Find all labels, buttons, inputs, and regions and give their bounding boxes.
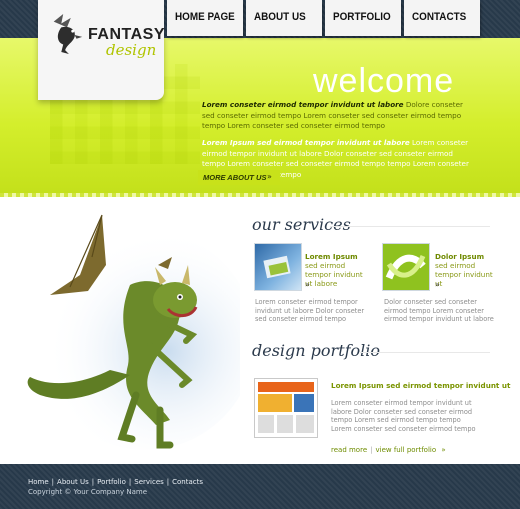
service-heading-1: Lorem Ipsum sed eirmod tempor invidunt u… xyxy=(305,252,367,288)
dragon-logo-icon xyxy=(53,14,83,54)
link-separator: | xyxy=(91,478,95,486)
footer-link-home[interactable]: Home xyxy=(28,478,49,486)
logo-subtitle: design xyxy=(106,41,157,59)
service-text-1: Lorem conseter eirmod tempor invidunt ut… xyxy=(255,298,365,324)
link-separator: | xyxy=(51,478,55,486)
service-heading-2: Dolor Ipsum sed eirmod tempor invidunt u… xyxy=(435,252,497,288)
website-preview-icon xyxy=(258,382,314,433)
footer-link-contacts[interactable]: Contacts xyxy=(172,478,203,486)
read-more-link[interactable]: read more xyxy=(331,446,367,454)
logo[interactable]: FANTASY design xyxy=(38,0,164,100)
nav-tab-label: CONTACTS xyxy=(412,11,467,23)
portfolio-text: Lorem conseter eirmod tempor invidunt ut… xyxy=(331,399,476,433)
double-arrow-icon: » xyxy=(267,172,272,181)
nav-tab-home[interactable]: HOME PAGE xyxy=(167,0,243,36)
service-heading-1-lead: Lorem Ipsum xyxy=(305,252,358,261)
service-heading-2-body: sed eirmod tempor invidunt ut xyxy=(435,261,493,288)
portfolio-links: read more | view full portfolio » xyxy=(331,446,446,454)
nav-tab-portfolio[interactable]: PORTFOLIO xyxy=(325,0,401,36)
nav-tab-label: PORTFOLIO xyxy=(333,11,391,23)
footer xyxy=(0,464,520,509)
more-about-us-button[interactable]: MORE ABOUT US » xyxy=(198,170,280,185)
portfolio-title: design portfolio xyxy=(252,341,381,360)
nav-tab-label: HOME PAGE xyxy=(175,11,235,23)
nav-tab-label: ABOUT US xyxy=(254,11,306,23)
copyright-text: Copyright © Your Company Name xyxy=(28,488,147,496)
book-icon xyxy=(263,255,291,279)
service-thumbnail-1[interactable] xyxy=(254,243,302,291)
hero-paragraph-1: Lorem conseter eirmod tempor invidunt ut… xyxy=(202,100,477,132)
portfolio-heading: Lorem Ipsum sed eirmod tempor invidunt u… xyxy=(331,381,511,390)
abstract-pattern-icon xyxy=(385,254,426,280)
hero-paragraph-2-lead: Lorem Ipsum sed eirmod tempor invidunt u… xyxy=(202,138,410,147)
hero-paragraph-1-lead: Lorem conseter eirmod tempor invidunt ut… xyxy=(202,100,404,109)
dragon-illustration xyxy=(27,214,240,450)
footer-link-services[interactable]: Services xyxy=(134,478,164,486)
portfolio-title-rule xyxy=(360,352,490,353)
services-title-rule xyxy=(330,226,490,227)
link-separator: | xyxy=(128,478,132,486)
nav-tab-contacts[interactable]: CONTACTS xyxy=(404,0,480,36)
footer-links: Home | About Us | Portfolio | Services | Contact… xyxy=(28,478,203,486)
link-separator: | xyxy=(166,478,170,486)
service-text-2: Dolor conseter sed conseter eirmod tempo… xyxy=(384,298,494,324)
double-arrow-icon[interactable]: » xyxy=(305,280,310,289)
double-arrow-icon[interactable]: » xyxy=(435,280,440,289)
view-full-portfolio-link[interactable]: view full portfolio xyxy=(375,446,436,454)
link-separator: | xyxy=(370,446,373,454)
portfolio-thumbnail[interactable] xyxy=(254,378,318,438)
double-arrow-icon: » xyxy=(441,446,446,454)
service-heading-1-body: sed eirmod tempor invidunt ut labore xyxy=(305,261,363,288)
welcome-heading: welcome xyxy=(313,62,455,100)
footer-link-about[interactable]: About Us xyxy=(57,478,89,486)
more-about-us-label: MORE ABOUT US xyxy=(203,173,267,182)
service-thumbnail-2[interactable] xyxy=(382,243,430,291)
services-title: our services xyxy=(252,215,351,234)
service-heading-2-lead: Dolor Ipsum xyxy=(435,252,485,261)
nav-tab-about[interactable]: ABOUT US xyxy=(246,0,322,36)
hero-divider xyxy=(0,193,520,197)
footer-link-portfolio[interactable]: Portfolio xyxy=(97,478,126,486)
